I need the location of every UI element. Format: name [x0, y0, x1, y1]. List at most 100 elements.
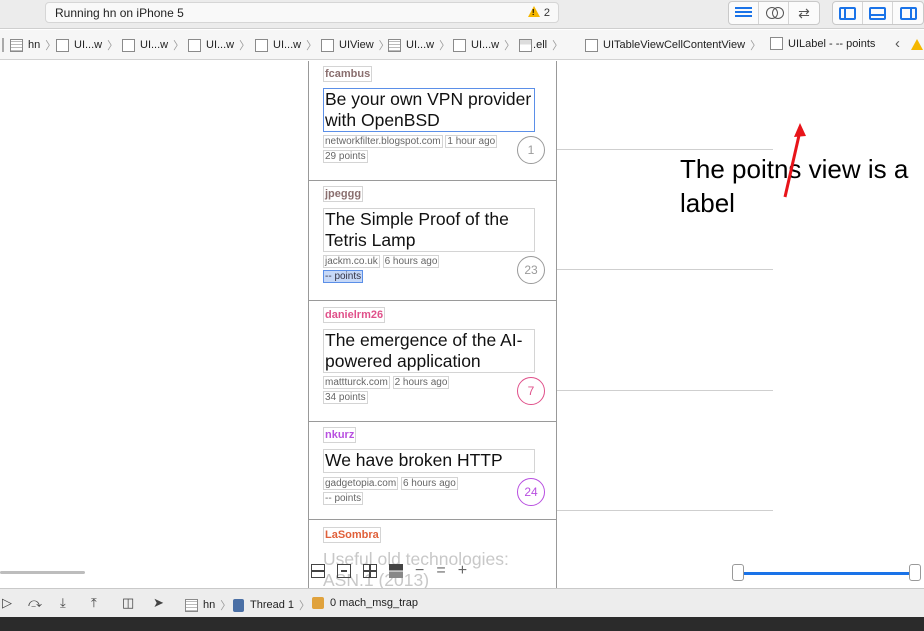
jump-bar-item[interactable]: H...ell 〉	[519, 37, 563, 53]
label-icon	[770, 37, 783, 50]
comments-badge[interactable]: 24	[517, 478, 545, 506]
view-icon	[255, 38, 268, 52]
view-icon	[56, 38, 69, 52]
comments-badge[interactable]: 1	[517, 136, 545, 164]
dock-strip	[0, 617, 924, 631]
show-wireframe-icon[interactable]	[363, 564, 377, 578]
table-cell-icon	[519, 38, 532, 52]
debug-view-hierarchy-icon[interactable]: ◫	[122, 595, 134, 611]
show-contents-icon[interactable]	[389, 564, 403, 578]
view-icon	[453, 38, 466, 52]
continue-icon[interactable]: ▷	[2, 595, 12, 611]
username-label[interactable]: fcambus	[323, 66, 373, 82]
jump-bar-item[interactable]: UI...w 〉	[255, 37, 317, 53]
time-label[interactable]: 6 hours ago	[382, 255, 440, 268]
username-label[interactable]: danielrm26	[323, 307, 386, 323]
thread-icon	[233, 598, 244, 612]
debug-area-toggle-button[interactable]	[863, 2, 893, 24]
jump-bar-item[interactable]: UI...w 〉	[453, 37, 515, 53]
jump-bar-item[interactable]: UI...w 〉	[388, 37, 450, 53]
points-label[interactable]: 34 points	[323, 391, 368, 404]
warning-indicator[interactable]: ! 2	[527, 6, 550, 19]
warning-icon[interactable]	[911, 39, 923, 50]
jump-bar-item[interactable]: UI...w 〉	[122, 37, 184, 53]
view-range-slider[interactable]	[738, 572, 916, 575]
navigator-toggle-button[interactable]	[833, 2, 863, 24]
assistant-editor-icon	[765, 7, 784, 19]
meta-row: gadgetopia.com 6 hours ago	[323, 477, 458, 490]
horizontal-scrollbar[interactable]	[0, 571, 85, 574]
domain-label[interactable]: gadgetopia.com	[323, 477, 399, 490]
domain-label[interactable]: networkfilter.blogspot.com	[323, 135, 443, 148]
points-label[interactable]: -- points	[323, 492, 364, 505]
step-over-icon[interactable]: ⤼	[28, 595, 42, 611]
jump-bar-item[interactable]: UI...w 〉	[56, 37, 118, 53]
table-row[interactable]: nkurz We have broken HTTP gadgetopia.com…	[309, 422, 556, 520]
domain-label[interactable]: jackm.co.uk	[323, 255, 380, 268]
view-icon	[122, 38, 135, 52]
jump-bar-item[interactable]: UI...w 〉	[188, 37, 250, 53]
table-view[interactable]: fcambus Be your own VPN provider with Op…	[308, 61, 557, 588]
view-debugger-canvas[interactable]: fcambus Be your own VPN provider with Op…	[0, 61, 924, 588]
zoom-out-icon[interactable]: −	[415, 563, 424, 579]
version-editor-button[interactable]: ⇄	[789, 2, 819, 24]
range-slider-max-knob[interactable]	[909, 564, 921, 581]
layer-outline	[557, 269, 773, 270]
debug-frame[interactable]: 0 mach_msg_trap	[312, 597, 418, 609]
warning-icon: !	[527, 6, 540, 17]
comments-badge[interactable]: 23	[517, 256, 545, 284]
version-editor-icon: ⇄	[798, 4, 810, 21]
domain-label[interactable]: mattturck.com	[323, 376, 390, 389]
editor-mode-control: ⇄	[728, 1, 820, 25]
jump-bar-item[interactable]: hn 〉	[10, 37, 56, 53]
step-out-icon[interactable]: ⤒	[91, 595, 97, 611]
range-slider-min-knob[interactable]	[732, 564, 744, 581]
time-label[interactable]: 2 hours ago	[392, 376, 450, 389]
show-clipped-content-icon[interactable]	[311, 564, 325, 578]
meta-row: mattturck.com 2 hours ago	[323, 376, 450, 389]
table-view-icon	[388, 38, 401, 52]
utilities-toggle-icon	[899, 6, 917, 20]
username-label[interactable]: jpeggg	[323, 186, 364, 202]
points-label-selected[interactable]: -- points	[323, 270, 364, 283]
chevron-left-icon[interactable]: ‹	[895, 35, 900, 52]
warning-count: 2	[543, 7, 550, 19]
title-label[interactable]: Be your own VPN provider with OpenBSD	[323, 88, 535, 132]
jump-bar-grip	[2, 38, 4, 52]
zoom-actual-icon[interactable]: =	[436, 563, 445, 579]
table-row[interactable]: fcambus Be your own VPN provider with Op…	[309, 61, 556, 181]
standard-editor-button[interactable]	[729, 2, 759, 24]
canvas-tools: − = +	[311, 563, 467, 579]
debug-target[interactable]: hn 〉	[185, 597, 231, 613]
navigator-toggle-icon	[839, 6, 856, 20]
standard-editor-icon	[735, 7, 752, 19]
jump-bar-item[interactable]: UIView 〉	[321, 37, 390, 53]
title-label[interactable]: The emergence of the AI-powered applicat…	[323, 329, 535, 373]
utilities-toggle-button[interactable]	[893, 2, 923, 24]
time-label[interactable]: 1 hour ago	[445, 135, 498, 148]
view-icon	[585, 38, 598, 52]
username-label[interactable]: nkurz	[323, 427, 357, 443]
status-text: Running hn on iPhone 5	[55, 6, 184, 20]
table-row[interactable]: jpeggg The Simple Proof of the Tetris La…	[309, 181, 556, 301]
step-into-icon[interactable]: ⤓	[60, 595, 66, 611]
points-label[interactable]: 29 points	[323, 150, 368, 163]
comments-badge[interactable]: 7	[517, 377, 545, 405]
title-label[interactable]: The Simple Proof of the Tetris Lamp	[323, 208, 535, 252]
simulate-location-icon[interactable]: ➤	[153, 595, 164, 611]
show-constraints-icon[interactable]	[337, 564, 351, 578]
layer-outline	[557, 510, 773, 511]
view-icon	[321, 38, 334, 52]
jump-bar-item[interactable]: UITableViewCellContentView 〉	[585, 37, 761, 53]
debug-area-toggle-icon	[869, 6, 886, 20]
debug-thread[interactable]: Thread 1 〉	[233, 597, 310, 613]
project-icon	[10, 38, 23, 52]
assistant-editor-button[interactable]	[759, 2, 789, 24]
username-label[interactable]: LaSombra	[323, 527, 381, 543]
table-row[interactable]: danielrm26 The emergence of the AI-power…	[309, 302, 556, 422]
zoom-in-icon[interactable]: +	[458, 563, 467, 579]
title-label[interactable]: We have broken HTTP	[323, 449, 535, 473]
jump-bar-item-selected[interactable]: UILabel - -- points	[770, 37, 875, 50]
time-label[interactable]: 6 hours ago	[400, 477, 458, 490]
frame-icon	[312, 597, 324, 609]
